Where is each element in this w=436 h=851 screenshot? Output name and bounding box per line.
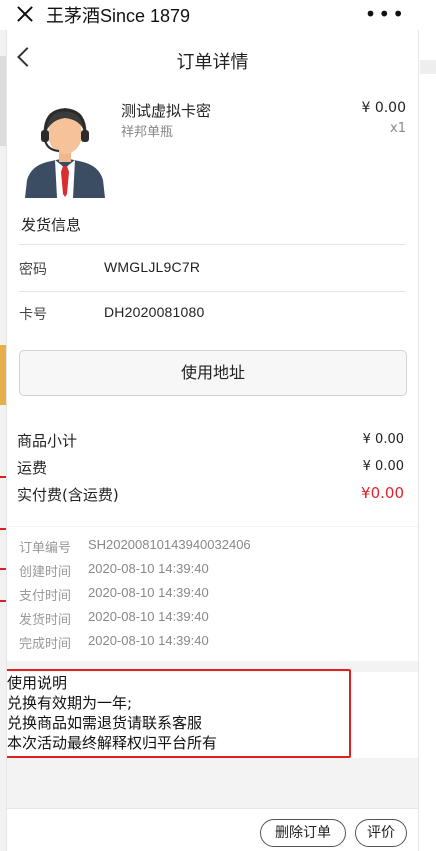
card-number-label: 卡号: [19, 307, 47, 323]
order-number-value: SH20200810143940032406: [88, 537, 251, 552]
browser-top-bar: 王茅酒Since 1879 •••: [0, 0, 436, 30]
background-block: [420, 60, 436, 74]
delete-order-button[interactable]: 删除订单: [260, 819, 346, 847]
product-price: ¥ 0.00: [361, 100, 406, 116]
product-card[interactable]: 测试虚拟卡密 祥邦单瓶 ¥ 0.00 x1: [7, 88, 418, 218]
product-name: 测试虚拟卡密: [121, 102, 212, 120]
order-detail-panel: 订单详情 测试虚拟卡密 祥邦单瓶 ¥ 0.00 x1 发货信息 密码 WMGLJ…: [6, 30, 419, 851]
product-variant: 祥邦单瓶: [121, 125, 174, 140]
divider: [19, 291, 406, 292]
use-address-button[interactable]: 使用地址: [19, 350, 407, 396]
subtotal-label: 商品小计: [17, 432, 78, 450]
paid-amount-label: 实付费(含运费): [17, 486, 119, 504]
divider: [19, 244, 406, 245]
app-title: 王茅酒Since 1879: [46, 6, 191, 26]
background-right-strip: [418, 0, 436, 851]
shipped-time-value: 2020-08-10 14:39:40: [88, 609, 209, 624]
paid-amount-value: ¥0.00: [361, 484, 404, 502]
close-icon[interactable]: [14, 3, 36, 25]
password-label: 密码: [19, 262, 47, 278]
product-quantity: x1: [390, 121, 406, 136]
card-number-value: DH2020081080: [104, 304, 205, 320]
shipping-info-section: 发货信息 密码 WMGLJL9C7R 卡号 DH2020081080 使用地址: [7, 202, 418, 420]
created-time-value: 2020-08-10 14:39:40: [88, 561, 209, 576]
subtotal-value: ¥ 0.00: [362, 432, 404, 447]
shipped-time-label: 发货时间: [19, 613, 72, 628]
order-meta-section: 订单编号 SH20200810143940032406 创建时间 2020-08…: [7, 527, 418, 661]
customer-service-avatar-icon: [25, 108, 105, 198]
page-header: 订单详情: [7, 30, 418, 88]
paid-time-value: 2020-08-10 14:39:40: [88, 585, 209, 600]
more-icon[interactable]: •••: [365, 2, 406, 26]
shipping-fee-value: ¥ 0.00: [362, 459, 404, 474]
shipping-fee-label: 运费: [17, 459, 48, 477]
fees-section: 商品小计 ¥ 0.00 运费 ¥ 0.00 实付费(含运费) ¥0.00: [7, 420, 418, 526]
completed-time-label: 完成时间: [19, 637, 72, 652]
usage-notes-section: 使用说明 兑换有效期为一年; 兑换商品如需退货请联系客服 本次活动最终解释权归平…: [7, 669, 418, 758]
review-button[interactable]: 评价: [355, 819, 407, 847]
bottom-action-bar: 删除订单 评价: [7, 808, 418, 851]
created-time-label: 创建时间: [19, 565, 72, 580]
shipping-info-title: 发货信息: [21, 216, 82, 234]
annotation-highlight-box: [7, 669, 351, 758]
paid-time-label: 支付时间: [19, 589, 72, 604]
password-value: WMGLJL9C7R: [104, 259, 201, 275]
completed-time-value: 2020-08-10 14:39:40: [88, 633, 209, 648]
order-number-label: 订单编号: [19, 541, 72, 556]
page-title: 订单详情: [176, 52, 249, 73]
